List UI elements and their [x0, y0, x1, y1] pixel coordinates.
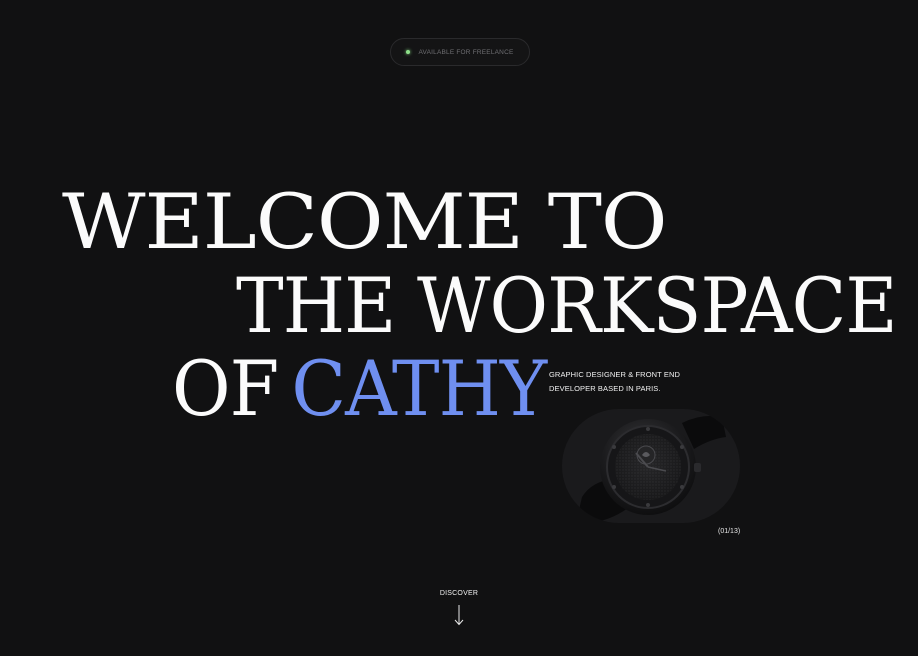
hero-line-3: OF CATHY [172, 351, 547, 427]
hero-name: CATHY [291, 344, 547, 433]
hero-line-2: THE WORKSPACE [236, 261, 898, 350]
arrow-down-icon[interactable] [453, 604, 465, 626]
hero-line-1: WELCOME TO [62, 177, 668, 266]
hero-heading: WELCOME TO THE WORKSPACE OF CATHY [0, 0, 918, 656]
tagline-line-2: DEVELOPER BASED IN PARIS. [549, 384, 661, 393]
slide-counter: (01/13) [718, 528, 741, 535]
project-showcase-image[interactable] [562, 409, 740, 523]
tagline-line-1: GRAPHIC DESIGNER & FRONT END [549, 370, 681, 379]
tagline: GRAPHIC DESIGNER & FRONT END DEVELOPER B… [549, 368, 699, 396]
wristwatch-image [576, 415, 726, 523]
discover-link[interactable]: DISCOVER [0, 590, 918, 597]
hero-line-3-prefix: OF [172, 344, 279, 433]
